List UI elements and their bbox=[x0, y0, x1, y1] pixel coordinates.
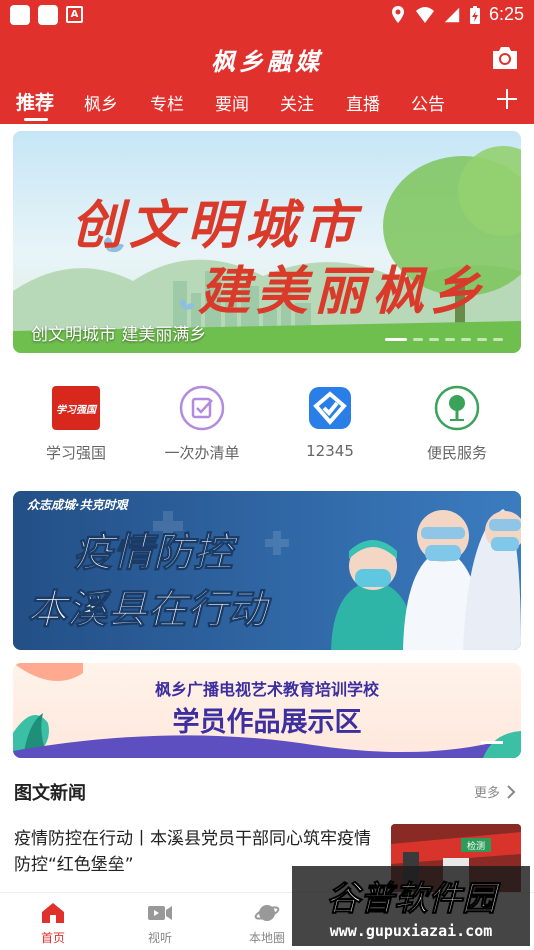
carousel-dot bbox=[461, 338, 471, 341]
epidemic-tagline: 众志成城·共克时艰 bbox=[27, 498, 130, 512]
quick-link-xuexi[interactable]: 学习强国 学习强国 bbox=[16, 380, 136, 463]
location-icon bbox=[391, 5, 404, 23]
quick-link-label: 12345 bbox=[306, 442, 354, 460]
chevron-right-icon bbox=[507, 784, 516, 799]
tab-notice[interactable]: 公告 bbox=[411, 90, 445, 115]
tab-headlines[interactable]: 要闻 bbox=[215, 90, 249, 115]
school-artwork: 枫乡广播电视艺术教育培训学校 学员作品展示区 bbox=[13, 663, 521, 758]
channel-tabs: 推荐 枫乡 专栏 要闻 关注 直播 公告 bbox=[0, 84, 534, 124]
quick-link-label: 一次办清单 bbox=[164, 444, 240, 462]
more-label: 更多 bbox=[473, 786, 500, 801]
carousel-dot bbox=[413, 338, 423, 341]
epidemic-line1: 疫情防控 bbox=[73, 529, 240, 576]
camera-icon[interactable] bbox=[490, 44, 520, 72]
tab-fengxiang[interactable]: 枫乡 bbox=[84, 90, 118, 115]
quick-link-12345[interactable]: 12345 bbox=[270, 380, 390, 460]
home-icon bbox=[42, 903, 64, 923]
app-header: A 6:25 枫乡融媒 推荐 枫乡 专栏 要闻 关注 直播 公告 bbox=[0, 0, 534, 124]
active-tab-indicator bbox=[24, 118, 48, 121]
carousel-banner[interactable]: 创文明城市 建美丽枫乡 创文明城市 建美丽满乡 bbox=[13, 131, 521, 353]
more-link[interactable]: 更多 bbox=[474, 782, 516, 801]
tab-recommend[interactable]: 推荐 bbox=[16, 88, 54, 115]
carousel-indicator bbox=[385, 338, 503, 341]
nav-label: 首页 bbox=[40, 931, 65, 945]
carousel-dot bbox=[385, 338, 407, 341]
add-channel-icon[interactable] bbox=[496, 88, 518, 110]
carousel-dot bbox=[477, 338, 487, 341]
wifi-icon bbox=[415, 6, 434, 23]
epidemic-promo-banner[interactable]: 众志成城·共克时艰 疫情防控 本溪县在行动 bbox=[13, 491, 521, 650]
app-title: 枫乡融媒 bbox=[211, 47, 323, 76]
school-promo-title: 学员作品展示区 bbox=[173, 706, 362, 738]
quick-links: 学习强国 学习强国 一次办清单 12345 便民服务 bbox=[0, 380, 534, 470]
watermark-logo: 谷普软件园 www.gupuxiazai.com bbox=[292, 866, 530, 946]
checklist-icon bbox=[179, 385, 225, 431]
banner-headline-line2: 建美丽枫乡 bbox=[198, 261, 488, 322]
nav-video[interactable]: 视听 bbox=[115, 901, 205, 946]
status-bar: A 6:25 bbox=[0, 0, 534, 30]
tab-column[interactable]: 专栏 bbox=[150, 90, 184, 115]
section-title: 图文新闻 bbox=[14, 783, 86, 804]
quick-link-label: 学习强国 bbox=[45, 444, 106, 462]
epidemic-artwork: 众志成城·共克时艰 疫情防控 本溪县在行动 bbox=[13, 491, 521, 650]
quick-link-service[interactable]: 便民服务 bbox=[397, 380, 517, 463]
school-promo-banner[interactable]: 枫乡广播电视艺术教育培训学校 学员作品展示区 bbox=[13, 663, 521, 758]
planet-icon bbox=[254, 905, 280, 921]
signal-icon bbox=[444, 7, 460, 22]
video-icon bbox=[148, 906, 172, 920]
xuexi-logo-text: 学习强国 bbox=[56, 404, 98, 416]
quick-link-label: 便民服务 bbox=[426, 444, 487, 462]
carousel-dot bbox=[493, 338, 503, 341]
nav-home[interactable]: 首页 bbox=[8, 901, 98, 946]
battery-icon bbox=[469, 5, 480, 24]
notification-icon bbox=[10, 5, 30, 25]
school-name: 枫乡广播电视艺术教育培训学校 bbox=[155, 680, 380, 699]
watermark-name: 谷普软件园 bbox=[326, 879, 501, 919]
tab-follow[interactable]: 关注 bbox=[280, 90, 314, 115]
banner-caption: 创文明城市 建美丽满乡 bbox=[31, 325, 207, 345]
nav-label: 视听 bbox=[147, 931, 172, 945]
tree-service-icon bbox=[434, 385, 480, 431]
hotline-12345-icon bbox=[309, 387, 351, 429]
carousel-dot bbox=[429, 338, 439, 341]
clock: 6:25 bbox=[488, 4, 524, 24]
tab-live[interactable]: 直播 bbox=[346, 90, 380, 115]
epidemic-line2: 本溪县在行动 bbox=[27, 586, 272, 633]
notification-a-icon: A bbox=[66, 6, 83, 23]
xuexi-qiangguo-logo: 学习强国 bbox=[52, 386, 100, 430]
watermark-url: www.gupuxiazai.com bbox=[330, 922, 493, 940]
banner-headline-line1: 创文明城市 bbox=[71, 195, 363, 256]
notification-icon-2 bbox=[38, 5, 58, 25]
quick-link-checklist[interactable]: 一次办清单 bbox=[142, 380, 262, 463]
news-thumbnail-sign: 检测 bbox=[467, 840, 485, 852]
carousel-dot bbox=[445, 338, 455, 341]
